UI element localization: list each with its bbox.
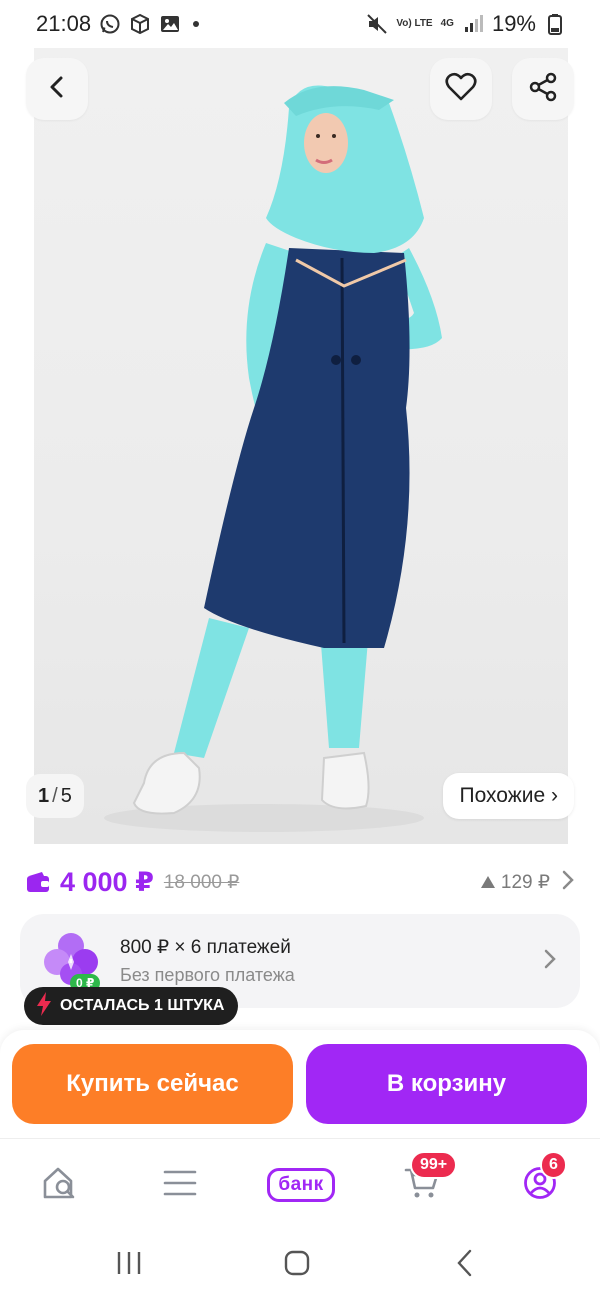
gallery-icon xyxy=(159,13,181,35)
chevron-right-icon xyxy=(544,949,556,974)
nav-catalog[interactable] xyxy=(152,1157,208,1213)
buy-now-button[interactable]: Купить сейчас xyxy=(12,1044,293,1124)
nav-bank[interactable]: банк xyxy=(258,1157,344,1213)
wallet-icon xyxy=(26,871,50,893)
share-icon xyxy=(528,72,558,107)
gallery-separator: / xyxy=(52,784,58,807)
package-icon xyxy=(129,13,151,35)
model-illustration xyxy=(104,85,442,832)
system-back-button[interactable] xyxy=(448,1248,482,1283)
volte-label: Vo) LTE xyxy=(396,18,433,29)
points-amount: 129 ₽ xyxy=(500,871,550,893)
mute-icon xyxy=(366,13,388,35)
notification-dot-icon xyxy=(193,21,200,27)
gallery-total: 5 xyxy=(60,784,72,807)
status-left: 21:08 xyxy=(36,11,200,37)
battery-percent: 19% xyxy=(491,11,536,36)
back-arrow-icon xyxy=(44,74,70,105)
heart-icon xyxy=(445,72,477,107)
stock-badge: ОСТАЛАСЬ 1 ШТУКА xyxy=(24,987,239,1025)
bank-label: банк xyxy=(267,1168,335,1202)
profile-count-badge: 6 xyxy=(540,1151,567,1179)
lightning-icon xyxy=(36,991,52,1021)
favorite-button[interactable] xyxy=(430,58,492,120)
action-panel: Купить сейчас В корзину xyxy=(0,1030,600,1138)
battery-icon xyxy=(544,13,566,35)
gallery-current: 1 xyxy=(38,784,50,807)
system-back-icon xyxy=(453,1248,477,1283)
signal-icon xyxy=(462,13,484,35)
home-square-icon xyxy=(282,1248,312,1283)
gallery-counter: 1 / 5 xyxy=(26,774,84,818)
menu-icon xyxy=(163,1169,197,1202)
similar-button[interactable]: Похожие › xyxy=(443,773,574,819)
back-button[interactable] xyxy=(26,58,88,120)
installment-text: 800 ₽ × 6 платежей Без первого платежа xyxy=(120,936,544,986)
product-gallery[interactable]: 1 / 5 Похожие › xyxy=(0,48,600,844)
points-triangle-icon xyxy=(480,876,495,888)
status-bar: 21:08 Vo) LTE 4G 19% xyxy=(0,0,600,48)
installment-logo: 0 ₽ xyxy=(40,930,102,992)
cart-count-badge: 99+ xyxy=(410,1151,458,1179)
nav-profile[interactable]: 6 xyxy=(512,1151,568,1213)
bottom-nav: банк 99+ 6 xyxy=(0,1138,600,1230)
recents-button[interactable] xyxy=(112,1250,146,1280)
recents-icon xyxy=(114,1249,144,1282)
points-value: 129 ₽ xyxy=(480,871,550,894)
whatsapp-icon xyxy=(99,13,121,35)
chevron-right-icon xyxy=(562,870,574,895)
system-nav-bar xyxy=(0,1230,600,1299)
add-to-cart-button[interactable]: В корзину xyxy=(306,1044,587,1124)
installment-subtitle: Без первого платежа xyxy=(120,965,295,985)
similar-label: Похожие › xyxy=(459,784,558,807)
home-search-icon xyxy=(41,1165,79,1206)
home-button[interactable] xyxy=(280,1250,314,1280)
status-right: Vo) LTE 4G 19% xyxy=(366,11,566,37)
product-photo[interactable] xyxy=(34,48,568,844)
nav-cart[interactable]: 99+ xyxy=(394,1151,458,1213)
share-button[interactable] xyxy=(512,58,574,120)
stock-label: ОСТАЛАСЬ 1 ШТУКА xyxy=(60,997,225,1014)
nav-home[interactable] xyxy=(32,1157,88,1213)
price-row[interactable]: 4 000 ₽ 18 000 ₽ 129 ₽ xyxy=(0,852,600,912)
current-price: 4 000 ₽ xyxy=(60,866,154,897)
installment-title: 800 ₽ × 6 платежей xyxy=(120,937,291,958)
status-time: 21:08 xyxy=(36,11,92,36)
old-price: 18 000 ₽ xyxy=(163,871,240,893)
network-label: 4G xyxy=(440,18,454,29)
